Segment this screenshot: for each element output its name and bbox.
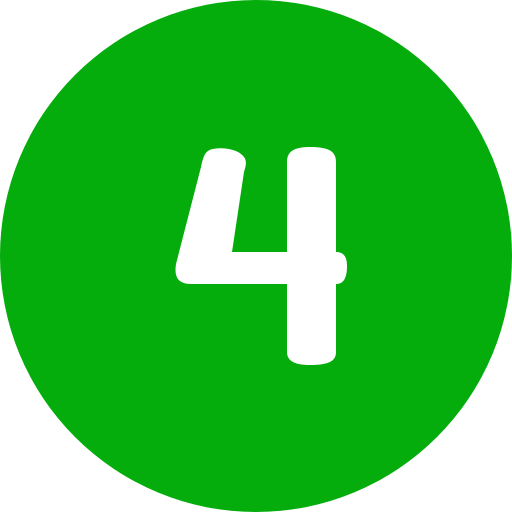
number-4-circle-icon <box>0 0 512 512</box>
number-badge: 4 <box>0 0 512 512</box>
